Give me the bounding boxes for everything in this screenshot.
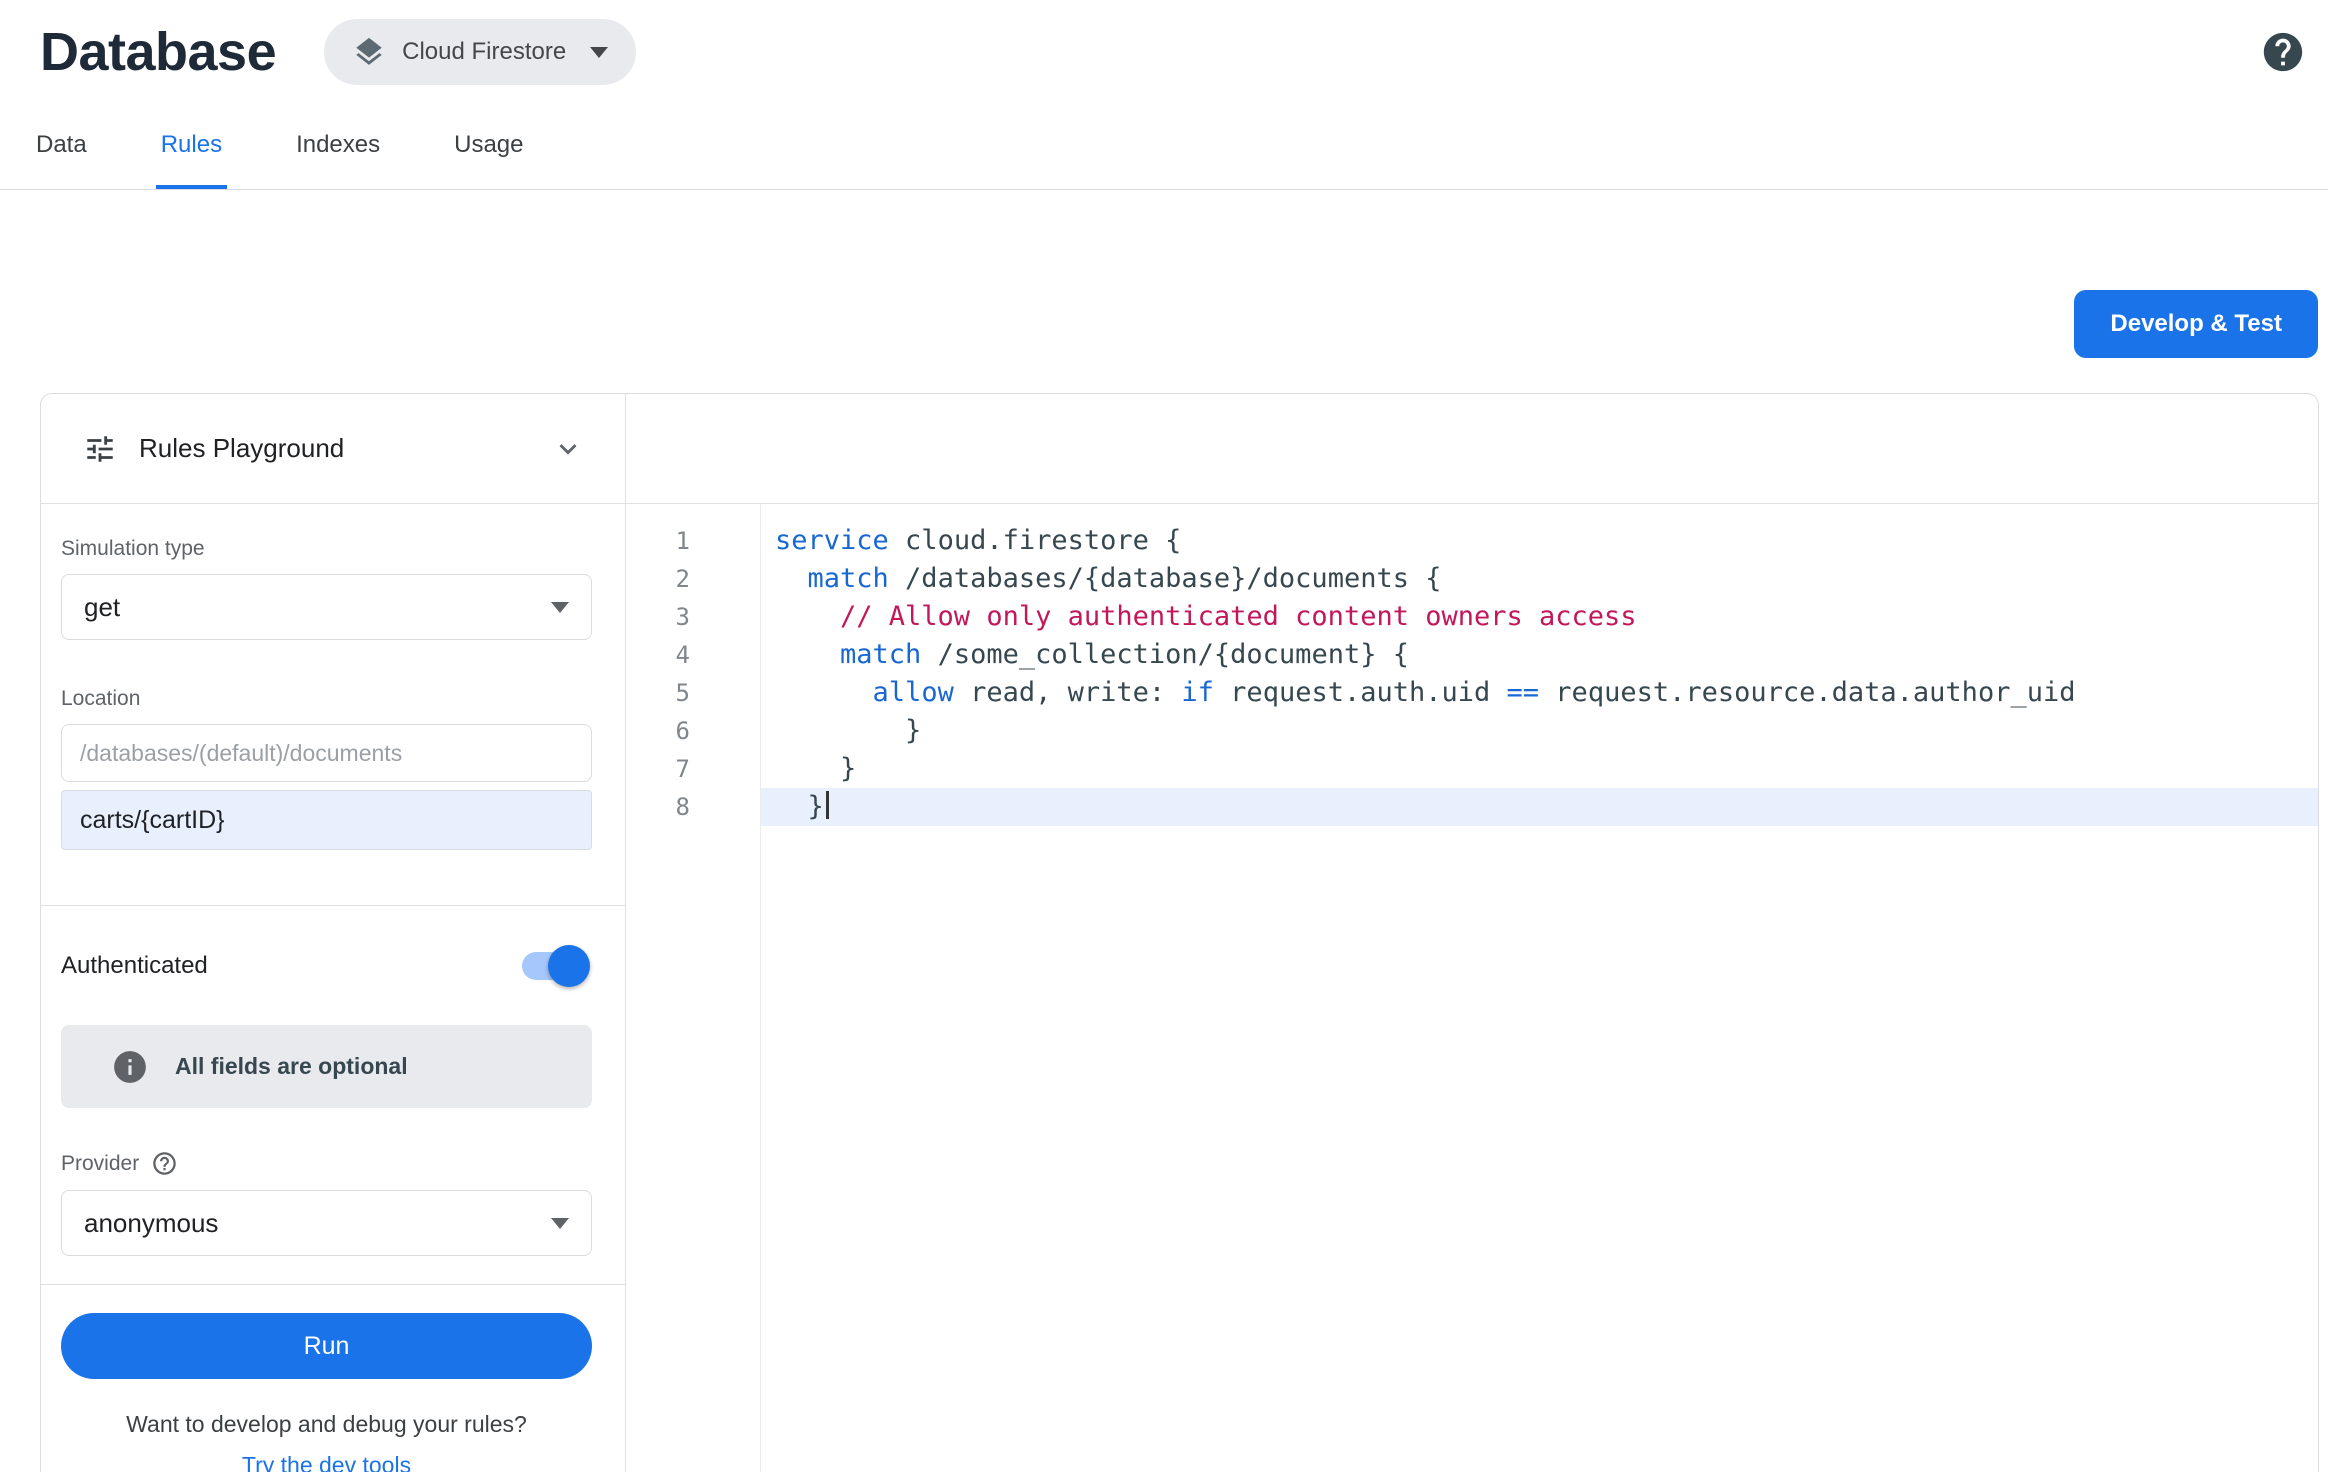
line-number: 3 [626, 598, 690, 636]
chevron-down-icon [551, 602, 569, 613]
provider-help-icon[interactable] [151, 1150, 178, 1177]
firestore-icon [352, 35, 386, 69]
database-selector-label: Cloud Firestore [402, 38, 566, 66]
simulation-type-label: Simulation type [61, 537, 592, 561]
location-label: Location [61, 687, 592, 711]
actions-row: Develop & Test [0, 190, 2328, 358]
code-line-3[interactable]: // Allow only authenticated content owne… [761, 598, 2318, 636]
authenticated-label: Authenticated [61, 952, 208, 980]
info-banner: All fields are optional [61, 1025, 592, 1108]
code-line-8[interactable]: } [761, 788, 2318, 826]
code-area[interactable]: 12345678 service cloud.firestore { match… [626, 504, 2318, 1472]
line-number: 7 [626, 750, 690, 788]
line-number: 1 [626, 522, 690, 560]
database-selector-chip[interactable]: Cloud Firestore [324, 19, 636, 85]
page-title: Database [40, 21, 276, 83]
tab-data[interactable]: Data [31, 104, 92, 189]
tune-icon [83, 432, 117, 466]
line-number: 4 [626, 636, 690, 674]
rules-playground-panel: Rules Playground Simulation type get Loc… [41, 394, 626, 1472]
collapse-chevron-icon[interactable] [551, 432, 585, 466]
code-line-6[interactable]: } [761, 712, 2318, 750]
app-header: Database Cloud Firestore [0, 0, 2328, 104]
help-button[interactable] [2260, 29, 2306, 75]
run-button[interactable]: Run [61, 1313, 592, 1379]
location-base-input[interactable] [61, 724, 592, 782]
develop-test-button[interactable]: Develop & Test [2074, 290, 2318, 358]
authenticated-row: Authenticated [61, 944, 592, 988]
simulation-type-select[interactable]: get [61, 574, 592, 640]
line-number: 6 [626, 712, 690, 750]
chevron-down-icon [590, 47, 608, 58]
editor-toolbar [626, 394, 2318, 504]
info-banner-text: All fields are optional [175, 1053, 408, 1080]
code-lines[interactable]: service cloud.firestore { match /databas… [761, 504, 2318, 1472]
line-number: 2 [626, 560, 690, 598]
line-number: 5 [626, 674, 690, 712]
firestore-database-page: Database Cloud Firestore Data Rules Indexe… [0, 0, 2328, 1472]
chevron-down-icon [551, 1218, 569, 1229]
code-line-1[interactable]: service cloud.firestore { [761, 522, 2318, 560]
code-line-2[interactable]: match /databases/{database}/documents { [761, 560, 2318, 598]
toggle-thumb [548, 945, 590, 987]
provider-row: Provider [61, 1150, 592, 1177]
rules-card: Rules Playground Simulation type get Loc… [40, 393, 2319, 1472]
dev-tools-link[interactable]: Try the dev tools [242, 1452, 411, 1472]
playground-header[interactable]: Rules Playground [41, 394, 625, 504]
help-icon [2260, 29, 2306, 75]
code-line-4[interactable]: match /some_collection/{document} { [761, 636, 2318, 674]
location-path-value[interactable]: carts/{cartID} [61, 790, 592, 850]
dev-tools-prompt: Want to develop and debug your rules? [61, 1411, 592, 1438]
tab-rules[interactable]: Rules [156, 104, 227, 189]
code-line-7[interactable]: } [761, 750, 2318, 788]
rules-editor: 12345678 service cloud.firestore { match… [626, 394, 2318, 1472]
info-icon [111, 1048, 149, 1086]
tab-indexes[interactable]: Indexes [291, 104, 385, 189]
provider-value: anonymous [84, 1208, 218, 1239]
tab-bar: Data Rules Indexes Usage [0, 104, 2328, 190]
line-number-gutter: 12345678 [626, 504, 761, 1472]
provider-select[interactable]: anonymous [61, 1190, 592, 1256]
auth-section: Authenticated All fields are optional Pr… [41, 905, 625, 1284]
tab-usage[interactable]: Usage [449, 104, 528, 189]
code-line-5[interactable]: allow read, write: if request.auth.uid =… [761, 674, 2318, 712]
text-cursor [826, 791, 829, 819]
simulation-section: Simulation type get Location carts/{cart… [41, 504, 625, 905]
line-number: 8 [626, 788, 690, 826]
authenticated-toggle[interactable] [522, 952, 588, 980]
run-section: Run Want to develop and debug your rules… [41, 1284, 625, 1472]
playground-title: Rules Playground [139, 433, 344, 464]
simulation-type-value: get [84, 592, 120, 623]
provider-label: Provider [61, 1152, 139, 1176]
